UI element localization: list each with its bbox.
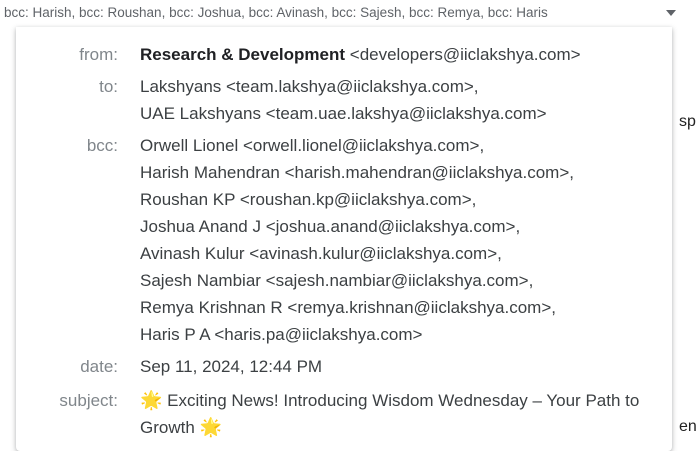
message-details-popover: from: Research & Development <developers… xyxy=(16,27,672,451)
bcc-recipient: Avinash Kulur <avinash.kulur@iiclakshya.… xyxy=(140,244,502,263)
recipient-summary[interactable]: bcc: Harish, bcc: Roushan, bcc: Joshua, … xyxy=(0,0,697,26)
bcc-label: bcc: xyxy=(86,136,118,155)
date-value: Sep 11, 2024, 12:44 PM xyxy=(140,357,323,376)
bcc-recipient: Remya Krishnan R <remya.krishnan@iiclaks… xyxy=(140,298,556,317)
bcc-recipient: Haris P A <haris.pa@iiclakshya.com> xyxy=(140,325,423,344)
email-body-fragment: en xyxy=(679,418,697,435)
chevron-down-icon[interactable] xyxy=(666,10,676,16)
recipient-summary-text: bcc: Harish, bcc: Roushan, bcc: Joshua, … xyxy=(4,5,548,20)
sender-name: Research & Development xyxy=(140,45,346,64)
to-recipient: UAE Lakshyans <team.uae.lakshya@iiclaksh… xyxy=(140,104,547,123)
from-value: Research & Development <developers@iicla… xyxy=(140,41,640,68)
bcc-recipient: Orwell Lionel <orwell.lionel@iiclakshya.… xyxy=(140,136,485,155)
email-view: sp en bcc: Harish, bcc: Roushan, bcc: Jo… xyxy=(0,0,697,451)
subject-value: 🌟 Exciting News! Introducing Wisdom Wedn… xyxy=(140,387,640,441)
glowing-star-icon: 🌟 xyxy=(140,390,163,410)
bcc-recipient: Roushan KP <roushan.kp@iiclakshya.com>, xyxy=(140,190,477,209)
subject-label: subject: xyxy=(59,391,118,410)
glowing-star-icon: 🌟 xyxy=(199,417,222,437)
to-value: Lakshyans <team.lakshya@iiclakshya.com>,… xyxy=(140,73,640,127)
to-label: to: xyxy=(99,77,118,96)
from-label: from: xyxy=(79,45,118,64)
bcc-value: Orwell Lionel <orwell.lionel@iiclakshya.… xyxy=(140,132,640,348)
date-label: date: xyxy=(80,357,118,376)
bcc-recipient: Harish Mahendran <harish.mahendran@iicla… xyxy=(140,163,574,182)
bcc-recipient: Joshua Anand J <joshua.anand@iiclakshya.… xyxy=(140,217,521,236)
sender-email: <developers@iiclakshya.com> xyxy=(349,45,581,64)
bcc-recipient: Sajesh Nambiar <sajesh.nambiar@iiclakshy… xyxy=(140,271,534,290)
to-recipient: Lakshyans <team.lakshya@iiclakshya.com>, xyxy=(140,77,479,96)
email-body-fragment: sp xyxy=(679,113,696,130)
